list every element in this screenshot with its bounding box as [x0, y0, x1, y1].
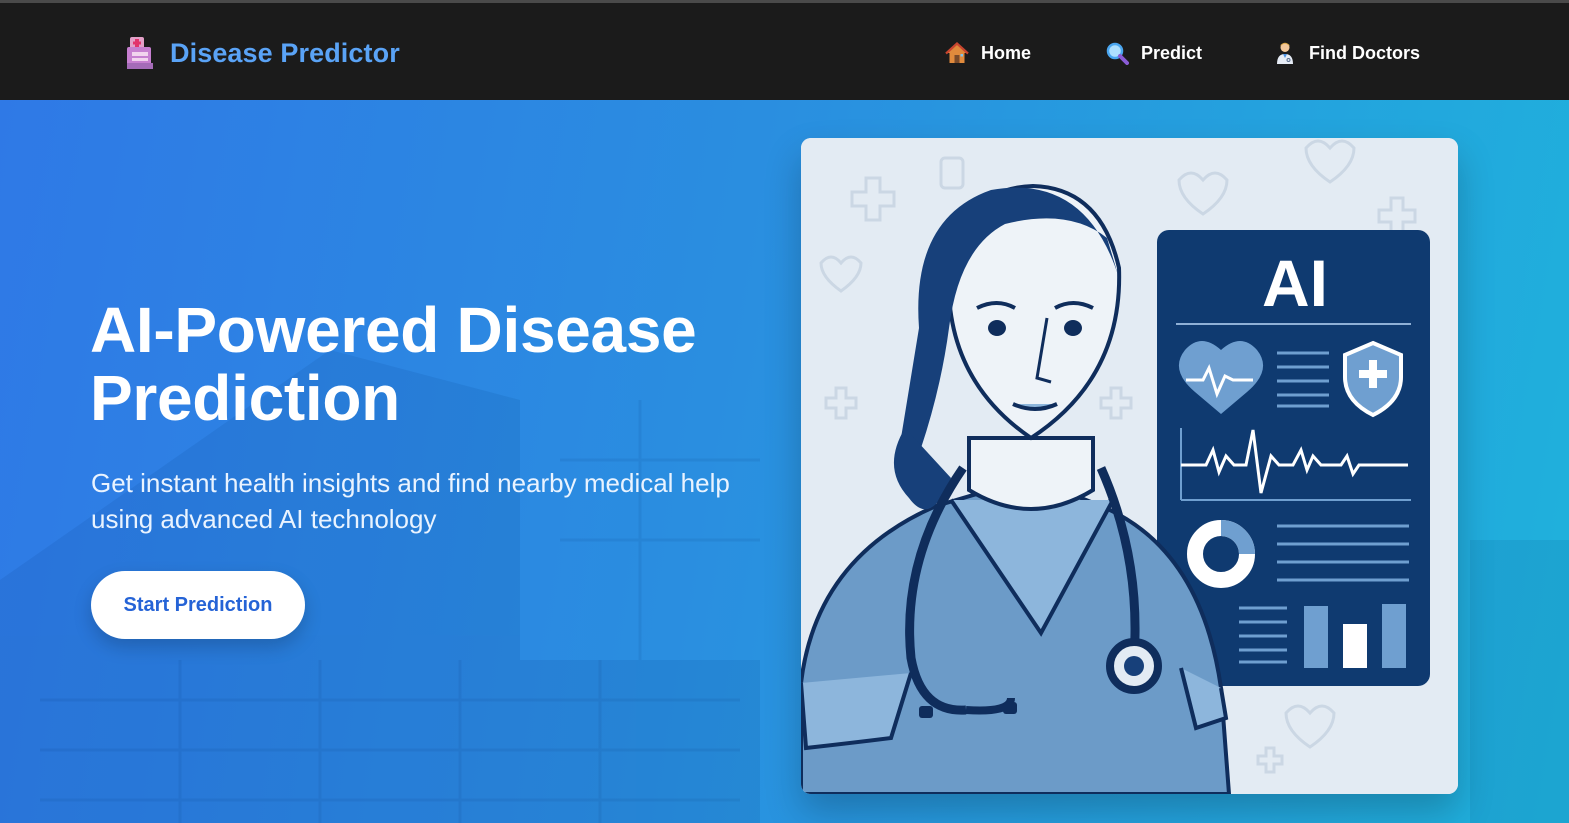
nav-home-label: Home	[981, 42, 1032, 63]
hero-title: AI-Powered Disease Prediction	[90, 294, 697, 434]
house-icon	[945, 42, 969, 63]
hero-subtitle: Get instant health insights and find nea…	[91, 468, 730, 534]
magnifier-icon	[1106, 42, 1129, 65]
illustration-canvas: AI	[801, 138, 1458, 794]
nav-predict-label: Predict	[1141, 42, 1203, 63]
hero-section: AI-Powered Disease Prediction Get instan…	[0, 100, 1569, 823]
brand-logo[interactable]: Disease Predictor	[124, 35, 400, 71]
doctor-icon	[1277, 42, 1293, 64]
nav-find-doctors-label: Find Doctors	[1309, 42, 1420, 63]
nav-predict[interactable]: Predict	[1105, 41, 1202, 65]
panel-heading: AI	[1262, 246, 1328, 320]
ai-doctor-illustration: AI	[801, 138, 1458, 794]
navbar: Disease Predictor Home Predict Find Doct…	[0, 3, 1569, 100]
nav-find-doctors[interactable]: Find Doctors	[1273, 41, 1420, 65]
hospital-icon	[127, 37, 153, 69]
brand-name: Disease Predictor	[170, 37, 400, 68]
start-prediction-button[interactable]: Start Prediction	[91, 571, 305, 639]
nav-home[interactable]: Home	[945, 41, 1031, 65]
